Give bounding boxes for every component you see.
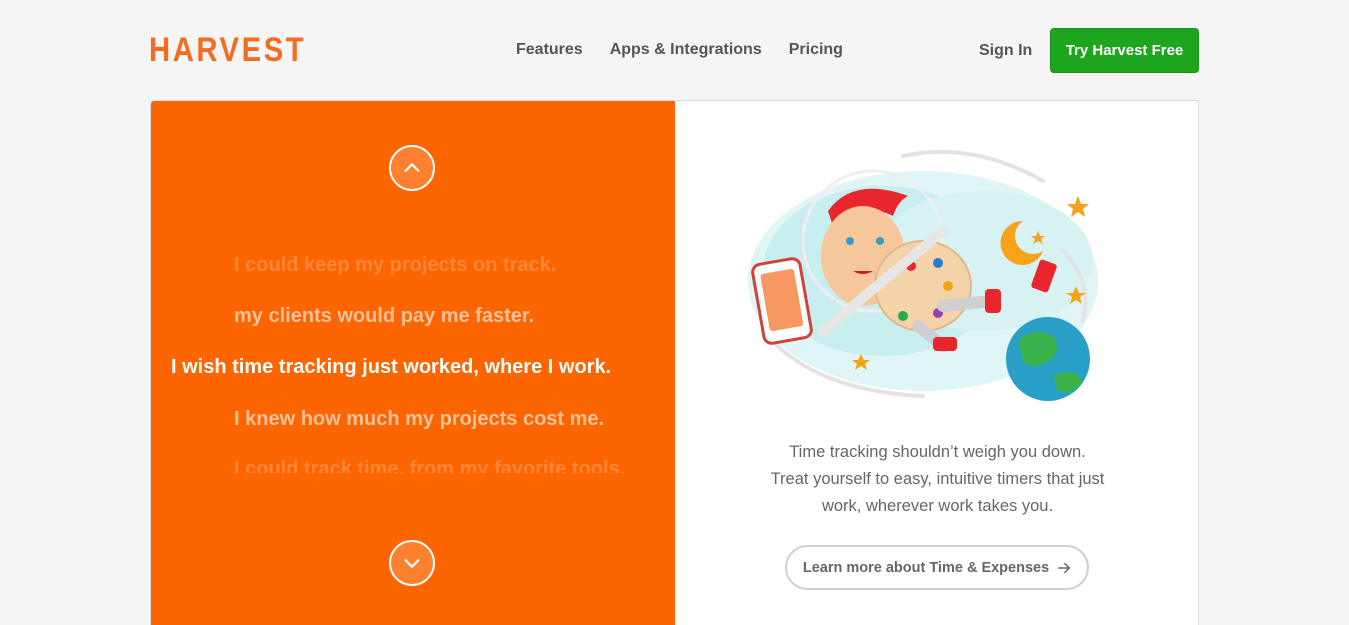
feature-description: Time tracking shouldn’t weigh you down. …	[715, 439, 1160, 520]
arrow-right-icon	[1058, 562, 1071, 573]
carousel-phrase-next[interactable]: I knew how much my projects cost me.	[234, 407, 604, 431]
feature-panel: Time tracking shouldn’t weigh you down. …	[675, 101, 1198, 625]
feature-card: I could keep my projects on track. my cl…	[150, 100, 1199, 625]
nav-pricing[interactable]: Pricing	[789, 40, 843, 60]
astronaut-illustration	[748, 149, 1098, 401]
phrase-carousel: I could keep my projects on track. my cl…	[151, 101, 675, 625]
nav-features[interactable]: Features	[516, 40, 583, 60]
feature-description-line: Time tracking shouldn’t weigh you down.	[789, 443, 1086, 461]
nav-apps-integrations[interactable]: Apps & Integrations	[610, 40, 762, 60]
chevron-down-icon	[404, 559, 420, 568]
feature-description-line: Treat yourself to easy, intuitive timers…	[770, 470, 1105, 488]
carousel-down-button[interactable]	[389, 540, 435, 586]
carousel-phrase-bottom-clip: I could track time, from my favorite too…	[234, 457, 634, 473]
learn-more-label: Learn more about Time & Expenses	[802, 559, 1050, 576]
carousel-up-button[interactable]	[389, 145, 435, 191]
try-harvest-free-button[interactable]: Try Harvest Free	[1050, 28, 1199, 73]
carousel-phrase-active: I wish time tracking just worked, where …	[171, 356, 612, 378]
carousel-phrase-prev[interactable]: my clients would pay me faster.	[234, 304, 534, 328]
carousel-phrase-bottom: I could track time, from my favorite too…	[234, 458, 626, 473]
harvest-logo[interactable]: HARVEST	[149, 30, 306, 70]
learn-more-button[interactable]: Learn more about Time & Expenses	[785, 545, 1089, 590]
feature-description-line: work, wherever work takes you.	[821, 497, 1054, 515]
chevron-up-icon	[404, 163, 420, 172]
carousel-phrase-top: I could keep my projects on track.	[234, 254, 557, 276]
sign-in-link[interactable]: Sign In	[979, 41, 1032, 61]
site-header: HARVEST Features Apps & Integrations Pri…	[0, 0, 1349, 100]
main-nav: Features Apps & Integrations Pricing	[516, 40, 843, 60]
